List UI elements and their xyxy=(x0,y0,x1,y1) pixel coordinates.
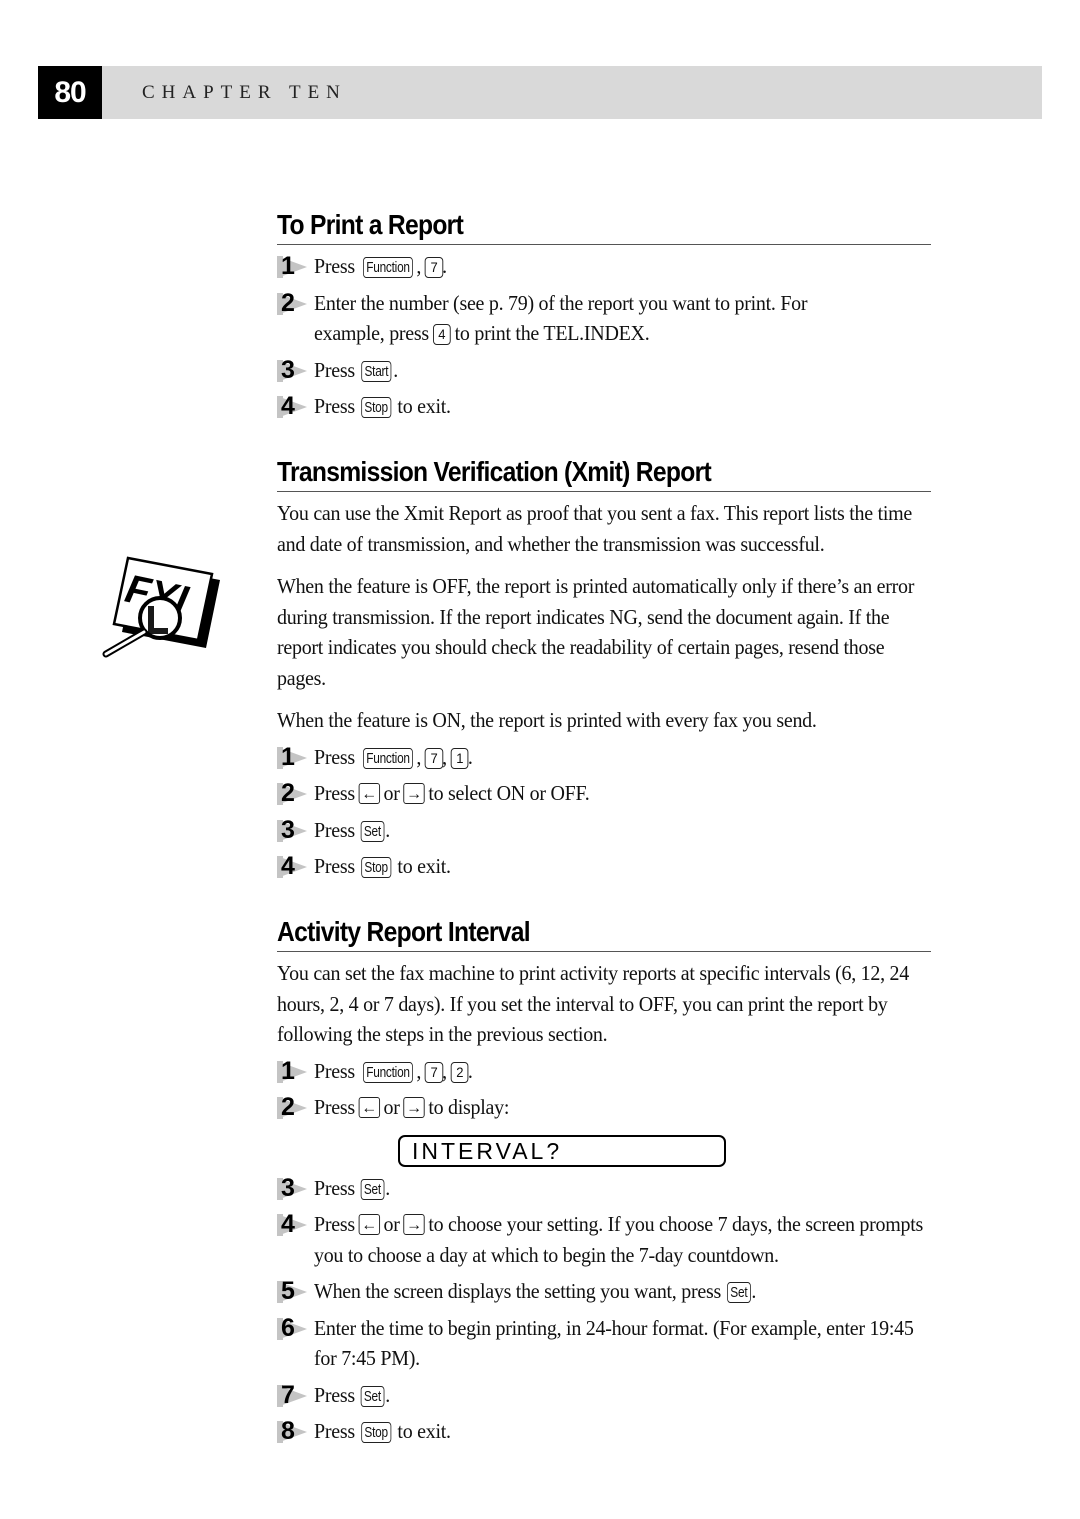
step-marker: 7 xyxy=(277,1381,311,1409)
steps-list: 1 Press Function, 7. 2 Enter the number … xyxy=(277,251,931,422)
steps-list: 1 Press Function, 7, 1. 2 Press ← or → t… xyxy=(277,742,931,882)
paragraph: You can set the fax machine to print act… xyxy=(277,961,909,1046)
key-2: 2 xyxy=(450,1061,469,1083)
section-rule xyxy=(277,491,931,492)
key-1: 1 xyxy=(450,747,469,769)
set-key: Set xyxy=(360,1178,385,1200)
step-marker: 3 xyxy=(277,356,311,384)
step-item: 3 Press Start. xyxy=(277,355,931,386)
stop-key: Stop xyxy=(361,397,392,418)
section-title: Transmission Verification (Xmit) Report xyxy=(277,456,712,487)
step-item: 5 When the screen displays the setting y… xyxy=(277,1276,931,1307)
set-key: Set xyxy=(360,820,385,842)
right-arrow-key-icon: → xyxy=(403,783,425,804)
steps-list: 1 Press Function, 7, 2. 2 Press ← or → t… xyxy=(277,1056,931,1447)
left-arrow-key-icon: ← xyxy=(358,1214,380,1235)
step-marker: 4 xyxy=(277,1210,311,1238)
step-item: 4 Press ← or → to choose your setting. I… xyxy=(277,1209,931,1270)
function-key: Function xyxy=(363,747,413,769)
key-7: 7 xyxy=(424,1061,444,1083)
left-arrow-key-icon: ← xyxy=(358,783,380,804)
function-key: Function xyxy=(363,1061,413,1083)
right-arrow-key-icon: → xyxy=(403,1214,425,1235)
section-title: Activity Report Interval xyxy=(277,916,531,947)
function-key: Function xyxy=(363,257,413,278)
step-marker: 4 xyxy=(277,392,311,420)
step-item: 3 Press Set. xyxy=(277,1173,931,1204)
chapter-header: 80 CHAPTER TEN xyxy=(38,66,1042,119)
stop-key: Stop xyxy=(361,1422,392,1443)
step-item: 1 Press Function, 7, 2. xyxy=(277,1056,931,1087)
section-rule xyxy=(277,244,931,245)
key-7: 7 xyxy=(424,257,444,278)
set-key: Set xyxy=(726,1282,751,1303)
step-item: 2 Enter the number (see p. 79) of the re… xyxy=(277,288,931,349)
step-marker: 6 xyxy=(277,1314,311,1342)
step-item: 2 Press ← or → to select ON or OFF. xyxy=(277,778,931,809)
step-item: 8 Press Stop to exit. xyxy=(277,1416,931,1447)
step-marker: 1 xyxy=(277,252,311,280)
step-marker: 1 xyxy=(277,1057,311,1085)
start-key: Start xyxy=(361,360,392,382)
paragraph: When the feature is ON, the report is pr… xyxy=(277,708,817,732)
set-key: Set xyxy=(360,1385,385,1407)
step-marker: 2 xyxy=(277,289,311,317)
fyi-magnifier-icon: FYI xyxy=(102,556,220,658)
key-4: 4 xyxy=(432,324,451,345)
step-marker: 2 xyxy=(277,779,311,807)
section-activity-report: Activity Report Interval You can set the… xyxy=(277,915,931,1447)
step-item: 4 Press Stop to exit. xyxy=(277,391,931,422)
right-arrow-key-icon: → xyxy=(403,1097,425,1118)
step-item: 1 Press Function, 7. xyxy=(277,251,931,282)
key-7: 7 xyxy=(424,747,444,769)
step-marker: 1 xyxy=(277,743,311,771)
step-marker: 3 xyxy=(277,816,311,844)
page-number: 80 xyxy=(38,66,102,119)
section-xmit-report: Transmission Verification (Xmit) Report … xyxy=(277,455,931,882)
step-item: 7 Press Set. xyxy=(277,1380,931,1411)
section-title: To Print a Report xyxy=(277,209,464,240)
paragraph: When the feature is OFF, the report is p… xyxy=(277,574,915,690)
paragraph: You can use the Xmit Report as proof tha… xyxy=(277,501,913,556)
step-marker: 8 xyxy=(277,1417,311,1445)
lcd-display: INTERVAL? xyxy=(398,1135,726,1167)
step-item: 4 Press Stop to exit. xyxy=(277,851,931,882)
step-marker: 3 xyxy=(277,1174,311,1202)
step-item: 1 Press Function, 7, 1. xyxy=(277,742,931,773)
section-rule xyxy=(277,951,931,952)
stop-key: Stop xyxy=(361,857,392,878)
step-marker: 2 xyxy=(277,1093,311,1121)
section-print-report: To Print a Report 1 Press Function, 7. 2… xyxy=(277,208,931,422)
step-marker: 4 xyxy=(277,852,311,880)
step-item: 2 Press ← or → to display: xyxy=(277,1092,931,1123)
left-arrow-key-icon: ← xyxy=(358,1097,380,1118)
step-item: 6 Enter the time to begin printing, in 2… xyxy=(277,1313,931,1374)
step-marker: 5 xyxy=(277,1277,311,1305)
chapter-title: CHAPTER TEN xyxy=(142,82,347,103)
step-item: 3 Press Set. xyxy=(277,815,931,846)
